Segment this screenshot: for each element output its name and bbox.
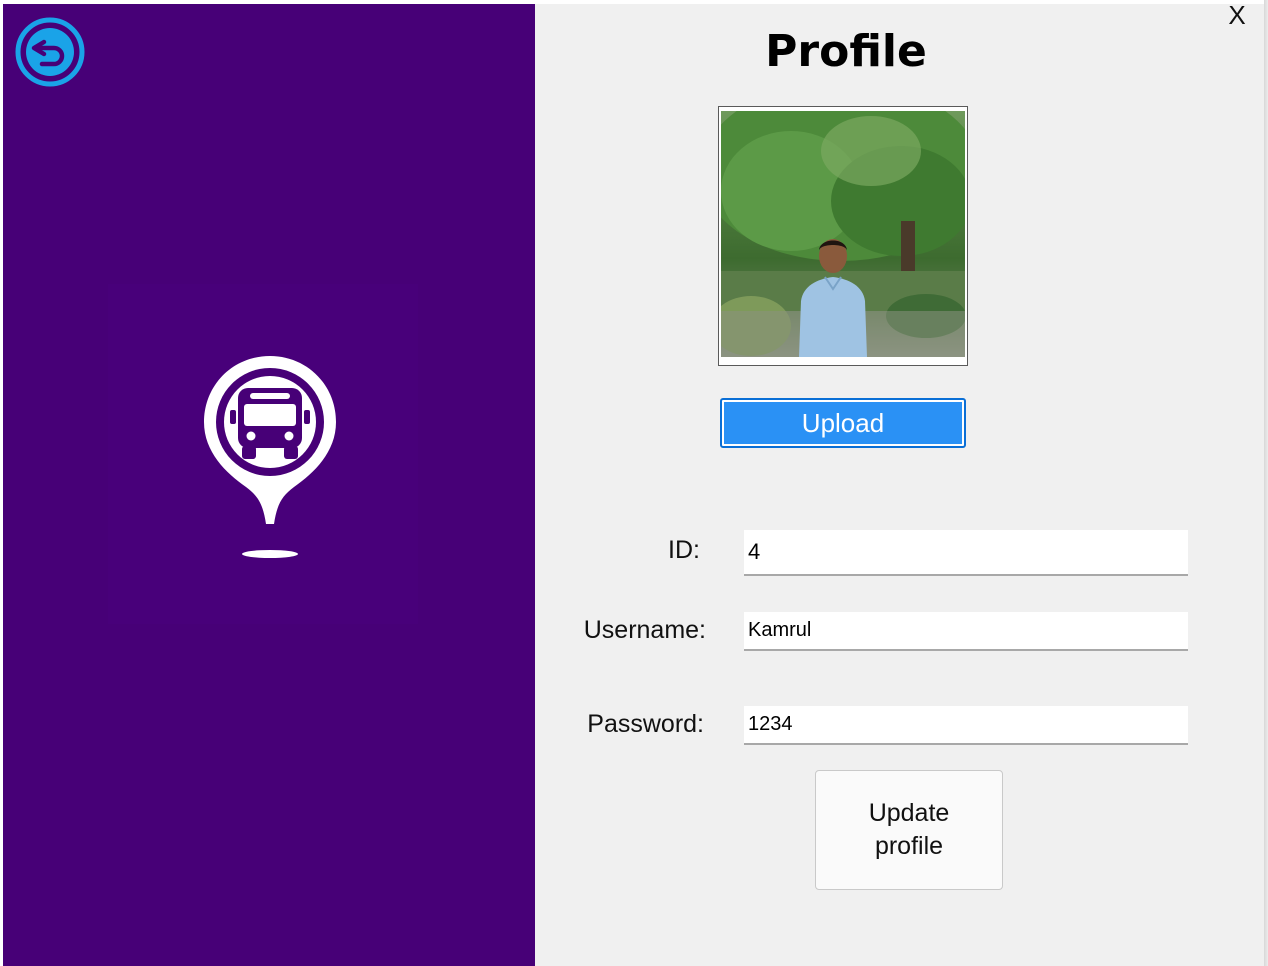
close-button[interactable]: X [1222,0,1252,32]
update-button-label-line2: profile [874,832,944,860]
back-arrow-circle-icon[interactable] [12,14,88,90]
logo-container [108,284,418,624]
password-label: Password: [587,710,704,738]
sidebar-panel [3,4,535,966]
password-field[interactable] [744,706,1188,745]
bus-location-pin-icon [204,356,336,558]
window-right-edge [1264,0,1268,966]
update-profile-button[interactable]: Update profile [815,770,1003,890]
upload-button-label: Upload [724,402,962,444]
page-title: Profile [765,26,927,77]
update-button-label-line1: Update [868,799,950,827]
profile-window: X Profile Upload ID: 4 Username: Kamrul … [0,0,1268,966]
id-label: ID: [668,536,700,564]
upload-button[interactable]: Upload [720,398,966,448]
id-field[interactable] [744,530,1188,576]
username-field[interactable] [744,612,1188,651]
profile-photo-frame [718,106,968,366]
profile-photo [721,111,965,357]
username-label: Username: [583,616,706,644]
